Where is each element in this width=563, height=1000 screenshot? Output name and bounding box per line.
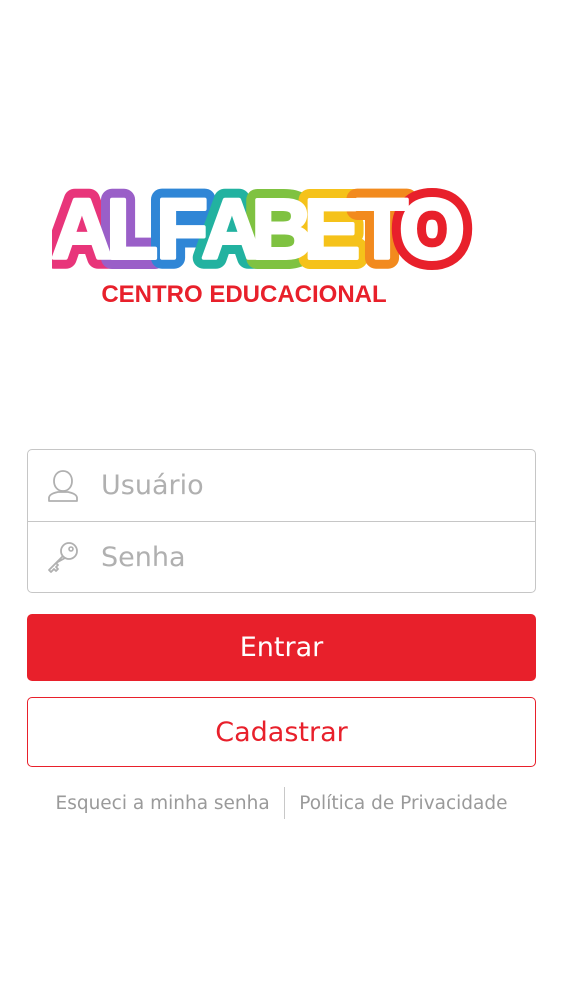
login-form (27, 449, 536, 593)
password-input[interactable] (101, 522, 523, 592)
username-input[interactable] (101, 450, 523, 521)
logo-letter: O (399, 182, 464, 276)
password-field[interactable] (28, 521, 535, 592)
links-divider (283, 787, 286, 819)
register-button[interactable]: Cadastrar (27, 697, 536, 767)
logo-letter: A (52, 182, 112, 276)
alfabeto-logo: ALFABETOALFABETO CENTRO EDUCACIONAL (52, 160, 492, 320)
login-button[interactable]: Entrar (27, 614, 536, 681)
logo-letter: L (106, 182, 157, 276)
username-field[interactable] (28, 450, 535, 521)
logo-subtitle: CENTRO EDUCACIONAL (101, 281, 386, 308)
user-icon (43, 466, 83, 506)
logo-letter: E (304, 182, 360, 276)
privacy-policy-link[interactable]: Política de Privacidade (299, 793, 507, 814)
footer-links: Esqueci a minha senha Política de Privac… (27, 786, 536, 820)
key-icon (43, 537, 83, 577)
forgot-password-link[interactable]: Esqueci a minha senha (56, 793, 270, 814)
logo-letter: F (156, 182, 207, 276)
